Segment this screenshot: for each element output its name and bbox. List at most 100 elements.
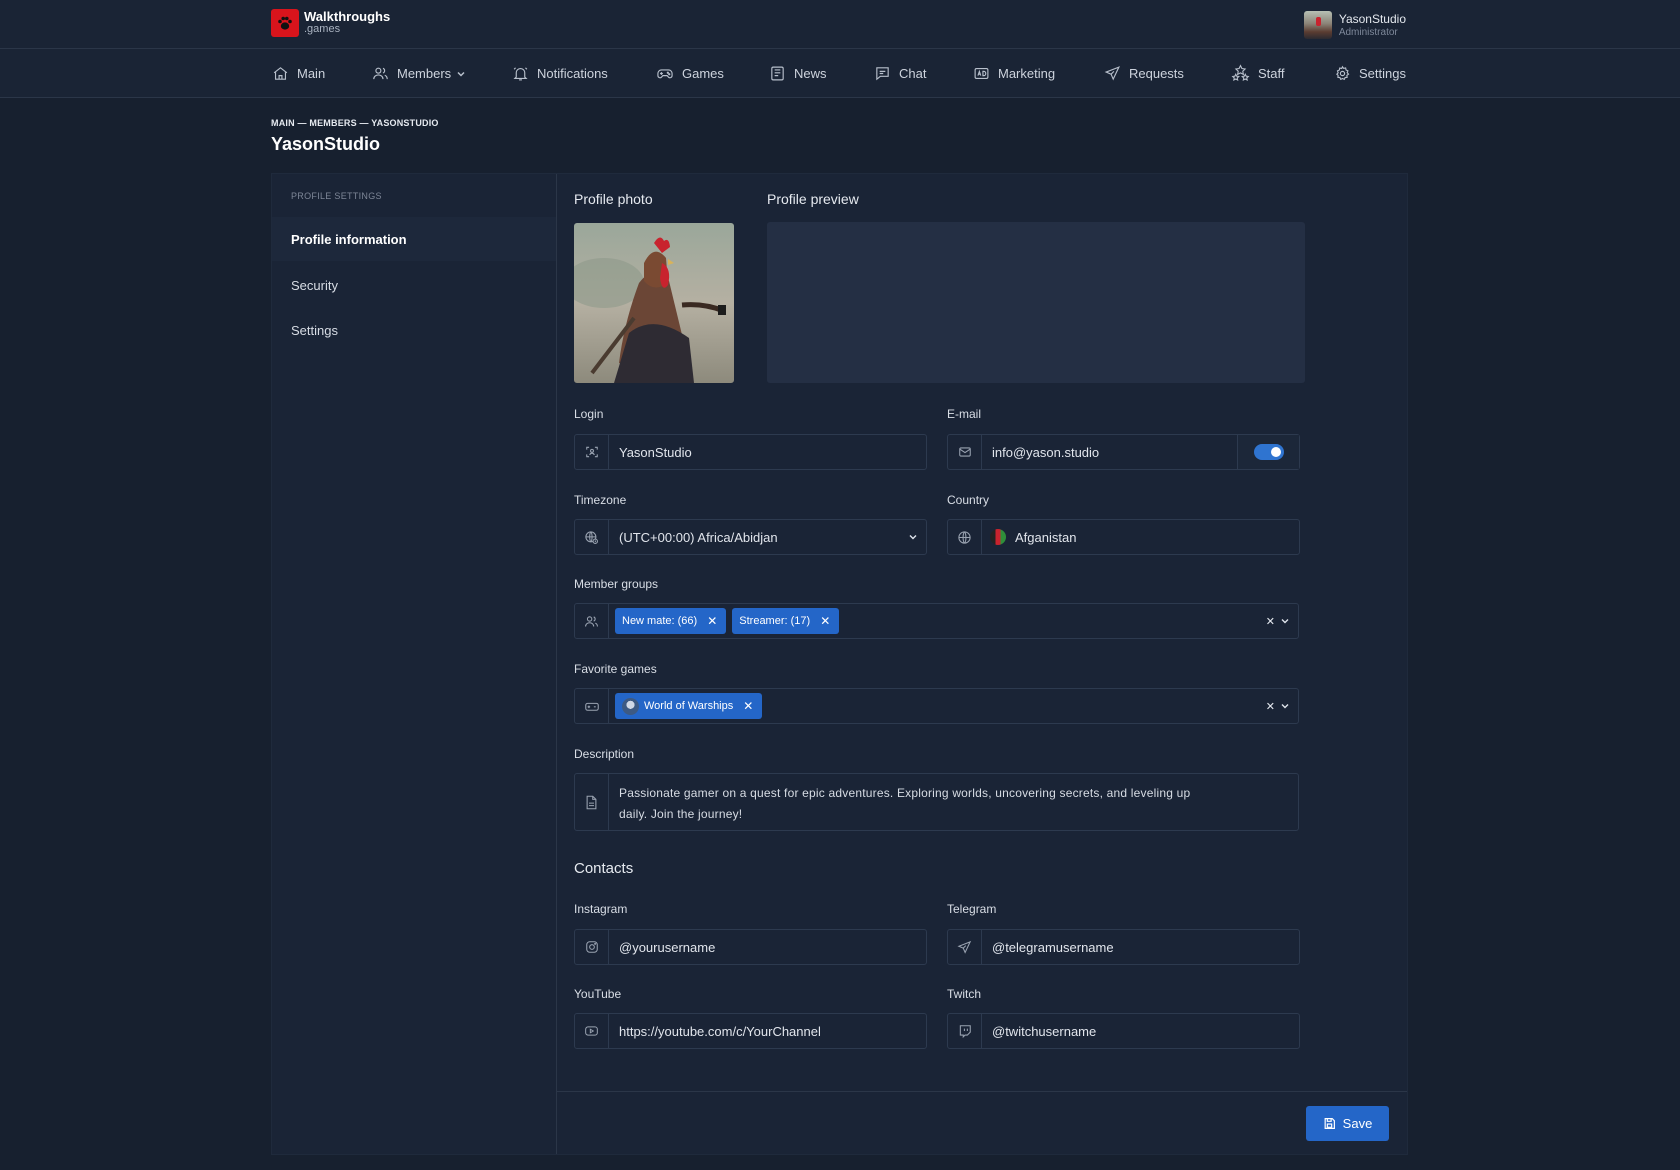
game-chip: World of Warships ✕ [615, 693, 763, 719]
toggle-switch[interactable] [1253, 444, 1284, 460]
clear-all-icon[interactable]: ✕ [1266, 700, 1275, 713]
favorite-games-label: Favorite games [574, 662, 657, 676]
nav-label-chat: Chat [899, 66, 927, 81]
description-field[interactable]: Passionate gamer on a quest for epic adv… [574, 773, 1299, 831]
nav-label-marketing: Marketing [998, 66, 1056, 81]
brand-logo[interactable]: Walkthroughs .games [271, 9, 390, 37]
twitch-label: Twitch [947, 987, 982, 1001]
telegram-field[interactable]: @telegramusername [947, 929, 1300, 965]
telegram-value[interactable]: @telegramusername [982, 940, 1114, 955]
chip-label: New mate: (66) [622, 615, 698, 627]
chat-icon [876, 67, 889, 81]
user-menu[interactable]: YasonStudio Administrator [1303, 11, 1406, 39]
globe-icon [948, 520, 982, 554]
email-value[interactable]: info@yason.studio [982, 445, 1237, 460]
home-icon [273, 67, 288, 80]
instagram-icon [575, 930, 609, 964]
telegram-label: Telegram [947, 902, 997, 916]
profile-sidebar: PROFILE SETTINGS Profile information Sec… [272, 174, 557, 1154]
remove-chip-icon[interactable]: ✕ [820, 614, 830, 628]
favorite-games-select[interactable]: World of Warships ✕ ✕ [574, 688, 1299, 724]
timezone-select[interactable]: (UTC+00:00) Africa/Abidjan [574, 519, 927, 555]
gamepad-icon [657, 69, 673, 79]
member-groups-label: Member groups [574, 577, 659, 591]
chevron-down-icon[interactable] [1280, 701, 1290, 711]
nav-label-main: Main [297, 66, 326, 81]
user-name: YasonStudio [1338, 11, 1406, 26]
description-line: Passionate gamer on a quest for epic adv… [619, 786, 1191, 800]
youtube-value[interactable]: https://youtube.com/c/YourChannel [609, 1024, 821, 1039]
footer-divider [557, 1091, 1407, 1092]
nav-label-notifications: Notifications [537, 66, 608, 81]
login-value[interactable]: YasonStudio [609, 445, 692, 460]
member-groups-select[interactable]: New mate: (66) ✕ Streamer: (17) ✕ ✕ [574, 603, 1299, 639]
nav-item-games[interactable]: Games [656, 49, 724, 98]
nav-item-marketing[interactable]: Marketing [973, 49, 1055, 98]
nav-item-news[interactable]: News [769, 49, 827, 98]
nav-item-chat[interactable]: Chat [874, 49, 926, 98]
instagram-value[interactable]: @yourusername [609, 940, 715, 955]
login-field[interactable]: YasonStudio [574, 434, 927, 470]
country-select[interactable]: Afganistan [947, 519, 1300, 555]
email-visibility-toggle[interactable] [1237, 435, 1299, 469]
top-bar: Walkthroughs .games YasonStudio Administ… [0, 0, 1680, 49]
afghanistan-flag-icon [990, 529, 1006, 545]
paw-icon [271, 9, 299, 37]
nav-label-staff: Staff [1258, 66, 1285, 81]
profile-photo[interactable] [574, 223, 734, 383]
profile-preview [767, 222, 1305, 383]
send-icon [1104, 66, 1120, 81]
nav-label-games: Games [682, 66, 724, 81]
avatar [1303, 11, 1332, 39]
nav-item-staff[interactable]: Staff [1231, 49, 1285, 98]
nav-label-settings: Settings [1359, 66, 1406, 81]
nav-item-members[interactable]: Members [372, 49, 466, 98]
description-line: daily. Join the journey! [619, 807, 743, 821]
nav-item-main[interactable]: Main [272, 49, 325, 98]
sidebar-item-settings[interactable]: Settings [272, 308, 556, 352]
bell-icon [513, 67, 528, 81]
nav-item-settings[interactable]: Settings [1334, 49, 1406, 98]
brand-subtitle: .games [304, 23, 341, 35]
group-chip: New mate: (66) ✕ [615, 608, 727, 634]
remove-chip-icon[interactable]: ✕ [707, 614, 717, 628]
chevron-down-icon [457, 71, 465, 77]
chip-label: Streamer: (17) [739, 615, 811, 627]
youtube-icon [575, 1014, 609, 1048]
save-icon [1324, 1118, 1335, 1129]
save-button-label: Save [1342, 1116, 1373, 1131]
instagram-field[interactable]: @yourusername [574, 929, 927, 965]
game-avatar-icon [622, 697, 639, 715]
country-label: Country [947, 493, 990, 507]
nav-item-requests[interactable]: Requests [1104, 49, 1184, 98]
nav-label-members: Members [397, 66, 452, 81]
ad-icon [974, 67, 989, 80]
instagram-label: Instagram [574, 902, 628, 916]
remove-chip-icon[interactable]: ✕ [743, 699, 753, 713]
document-icon [575, 774, 609, 830]
clear-all-icon[interactable]: ✕ [1266, 615, 1275, 628]
profile-preview-label: Profile preview [767, 191, 859, 207]
stars-icon [1231, 64, 1250, 81]
nav-item-notifications[interactable]: Notifications [512, 49, 608, 98]
chevron-down-icon [909, 535, 917, 540]
timezone-value: (UTC+00:00) Africa/Abidjan [619, 529, 778, 545]
sidebar-item-label: Settings [291, 322, 338, 338]
chevron-down-icon[interactable] [1280, 616, 1290, 626]
mail-icon [948, 435, 982, 469]
nav-label-requests: Requests [1129, 66, 1184, 81]
youtube-field[interactable]: https://youtube.com/c/YourChannel [574, 1013, 927, 1049]
country-value: Afganistan [1015, 529, 1077, 545]
sidebar-item-security[interactable]: Security [272, 263, 556, 307]
twitch-value[interactable]: @twitchusername [982, 1024, 1096, 1039]
page-title: YasonStudio [271, 134, 381, 154]
sidebar-item-profile-information[interactable]: Profile information [272, 217, 556, 261]
email-field[interactable]: info@yason.studio [947, 434, 1300, 470]
newspaper-icon [771, 66, 784, 81]
gamepad-icon [575, 689, 609, 723]
save-button[interactable]: Save [1306, 1106, 1389, 1141]
twitch-field[interactable]: @twitchusername [947, 1013, 1300, 1049]
chip-label: World of Warships [644, 700, 734, 712]
main-nav: Main Members Notifications Games News Ch… [0, 49, 1680, 98]
sidebar-heading: PROFILE SETTINGS [291, 191, 382, 201]
